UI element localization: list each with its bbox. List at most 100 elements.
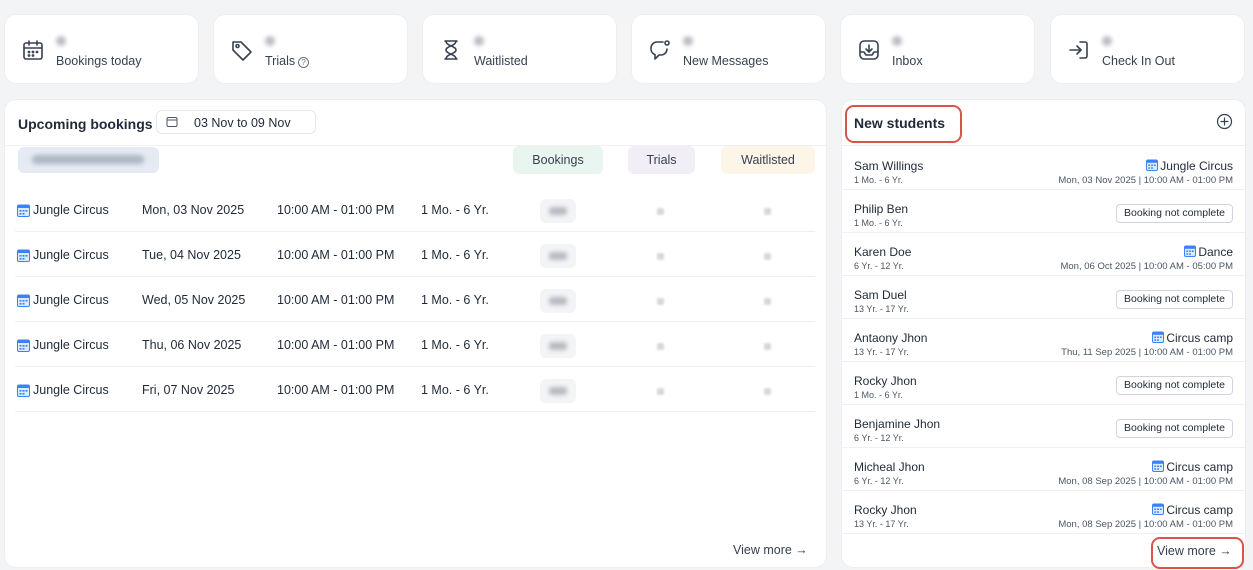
booking-status-badge: Booking not complete xyxy=(1116,419,1233,438)
booking-age-range: 1 Mo. - 6 Yr. xyxy=(421,203,489,217)
stat-card-waitlisted[interactable]: Waitlisted xyxy=(422,14,617,84)
filter-chip[interactable] xyxy=(18,147,159,173)
help-icon[interactable]: ? xyxy=(298,57,310,68)
stat-card-trials[interactable]: Trials? xyxy=(213,14,408,84)
booking-row[interactable]: Jungle Circus Wed, 05 Nov 2025 10:00 AM … xyxy=(15,277,815,322)
student-class-date: Thu, 11 Sep 2025 | 10:00 AM - 01:00 PM xyxy=(1061,347,1233,358)
class-calendar-icon xyxy=(1152,460,1165,472)
student-name[interactable]: Philip Ben xyxy=(854,202,908,216)
student-name[interactable]: Sam Willings xyxy=(854,159,923,173)
bookings-view-more-link[interactable]: View more → xyxy=(733,543,808,557)
column-header-trials: Trials xyxy=(628,146,695,174)
student-row[interactable]: Karen Doe 6 Yr. - 12 Yr. Dance Mon, 06 O… xyxy=(842,233,1245,276)
booking-count-badge xyxy=(540,244,576,268)
waitlisted-count xyxy=(764,343,771,350)
student-age-range: 6 Yr. - 12 Yr. xyxy=(854,433,904,443)
student-class-name: Jungle Circus xyxy=(1160,159,1233,173)
booking-status-badge: Booking not complete xyxy=(1116,290,1233,309)
booking-time: 10:00 AM - 01:00 PM xyxy=(277,383,395,397)
booking-date: Fri, 07 Nov 2025 xyxy=(142,383,235,397)
student-age-range: 13 Yr. - 17 Yr. xyxy=(854,519,909,529)
student-name[interactable]: Micheal Jhon xyxy=(854,460,925,474)
student-row[interactable]: Sam Duel 13 Yr. - 17 Yr. Booking not com… xyxy=(842,276,1245,319)
booking-row[interactable]: Jungle Circus Thu, 06 Nov 2025 10:00 AM … xyxy=(15,322,815,367)
calendar-icon xyxy=(166,116,178,128)
student-age-range: 6 Yr. - 12 Yr. xyxy=(854,261,904,271)
booking-class-name[interactable]: Jungle Circus xyxy=(33,248,109,262)
student-class-name: Circus camp xyxy=(1166,460,1233,474)
booking-time: 10:00 AM - 01:00 PM xyxy=(277,248,395,262)
booking-age-range: 1 Mo. - 6 Yr. xyxy=(421,293,489,307)
sign-in-icon xyxy=(1067,38,1091,62)
student-class[interactable]: Dance xyxy=(1184,245,1233,259)
student-name[interactable]: Rocky Jhon xyxy=(854,374,917,388)
booking-age-range: 1 Mo. - 6 Yr. xyxy=(421,338,489,352)
booking-class-name[interactable]: Jungle Circus xyxy=(33,203,109,217)
booking-row[interactable]: Jungle Circus Tue, 04 Nov 2025 10:00 AM … xyxy=(15,232,815,277)
student-class[interactable]: Circus camp xyxy=(1152,503,1233,517)
student-row[interactable]: Rocky Jhon 1 Mo. - 6 Yr. Booking not com… xyxy=(842,362,1245,405)
add-circle-icon[interactable] xyxy=(1216,113,1233,130)
waitlisted-count xyxy=(764,388,771,395)
booking-date: Mon, 03 Nov 2025 xyxy=(142,203,245,217)
class-calendar-icon xyxy=(1152,331,1165,343)
booking-date: Tue, 04 Nov 2025 xyxy=(142,248,241,262)
student-name[interactable]: Benjamine Jhon xyxy=(854,417,940,431)
waitlisted-count xyxy=(764,253,771,260)
trials-count xyxy=(657,208,664,215)
booking-status-badge: Booking not complete xyxy=(1116,204,1233,223)
waitlisted-count xyxy=(764,298,771,305)
student-row[interactable]: Sam Willings 1 Mo. - 6 Yr. Jungle Circus… xyxy=(842,147,1245,190)
student-row[interactable]: Micheal Jhon 6 Yr. - 12 Yr. Circus camp … xyxy=(842,448,1245,491)
hourglass-icon xyxy=(439,38,463,62)
blurred-filter-label xyxy=(32,155,144,164)
booking-date: Thu, 06 Nov 2025 xyxy=(142,338,242,352)
student-class[interactable]: Jungle Circus xyxy=(1146,159,1233,173)
booking-row[interactable]: Jungle Circus Mon, 03 Nov 2025 10:00 AM … xyxy=(15,187,815,232)
student-row[interactable]: Benjamine Jhon 6 Yr. - 12 Yr. Booking no… xyxy=(842,405,1245,448)
date-range-picker[interactable]: 03 Nov to 09 Nov xyxy=(156,110,316,134)
student-name[interactable]: Rocky Jhon xyxy=(854,503,917,517)
booking-count-badge xyxy=(540,379,576,403)
booking-date: Wed, 05 Nov 2025 xyxy=(142,293,246,307)
stat-card-inbox[interactable]: Inbox xyxy=(840,14,1035,84)
divider xyxy=(5,145,826,146)
stat-label: Bookings today xyxy=(56,54,142,68)
stat-count xyxy=(474,36,484,46)
divider xyxy=(842,145,1245,146)
student-name[interactable]: Antaony Jhon xyxy=(854,331,927,345)
stat-label: Inbox xyxy=(892,54,923,68)
student-class-name: Circus camp xyxy=(1166,503,1233,517)
student-row[interactable]: Philip Ben 1 Mo. - 6 Yr. Booking not com… xyxy=(842,190,1245,233)
class-calendar-icon xyxy=(17,339,30,352)
stat-card-bookings-today[interactable]: Bookings today xyxy=(4,14,199,84)
stat-card-new-messages[interactable]: New Messages xyxy=(631,14,826,84)
booking-time: 10:00 AM - 01:00 PM xyxy=(277,293,395,307)
stat-label-text: Trials xyxy=(265,54,296,68)
booking-age-range: 1 Mo. - 6 Yr. xyxy=(421,248,489,262)
stat-label: Trials? xyxy=(265,54,310,68)
booking-row[interactable]: Jungle Circus Fri, 07 Nov 2025 10:00 AM … xyxy=(15,367,815,412)
trials-count xyxy=(657,388,664,395)
student-class-name: Circus camp xyxy=(1166,331,1233,345)
booking-count-badge xyxy=(540,334,576,358)
booking-class-name[interactable]: Jungle Circus xyxy=(33,338,109,352)
waitlisted-count xyxy=(764,208,771,215)
student-class-date: Mon, 08 Sep 2025 | 10:00 AM - 01:00 PM xyxy=(1058,476,1233,487)
trials-count xyxy=(657,298,664,305)
student-class[interactable]: Circus camp xyxy=(1152,460,1233,474)
booking-class-name[interactable]: Jungle Circus xyxy=(33,383,109,397)
stat-count xyxy=(892,36,902,46)
column-header-waitlisted: Waitlisted xyxy=(721,146,815,174)
student-row[interactable]: Rocky Jhon 13 Yr. - 17 Yr. Circus camp M… xyxy=(842,491,1245,534)
student-class[interactable]: Circus camp xyxy=(1152,331,1233,345)
stat-card-check-in-out[interactable]: Check In Out xyxy=(1050,14,1245,84)
class-calendar-icon xyxy=(1184,245,1197,257)
student-name[interactable]: Karen Doe xyxy=(854,245,911,259)
students-view-more-link[interactable]: View more → xyxy=(1157,544,1232,558)
class-calendar-icon xyxy=(17,384,30,397)
booking-class-name[interactable]: Jungle Circus xyxy=(33,293,109,307)
student-row[interactable]: Antaony Jhon 13 Yr. - 17 Yr. Circus camp… xyxy=(842,319,1245,362)
student-name[interactable]: Sam Duel xyxy=(854,288,907,302)
student-age-range: 1 Mo. - 6 Yr. xyxy=(854,390,903,400)
